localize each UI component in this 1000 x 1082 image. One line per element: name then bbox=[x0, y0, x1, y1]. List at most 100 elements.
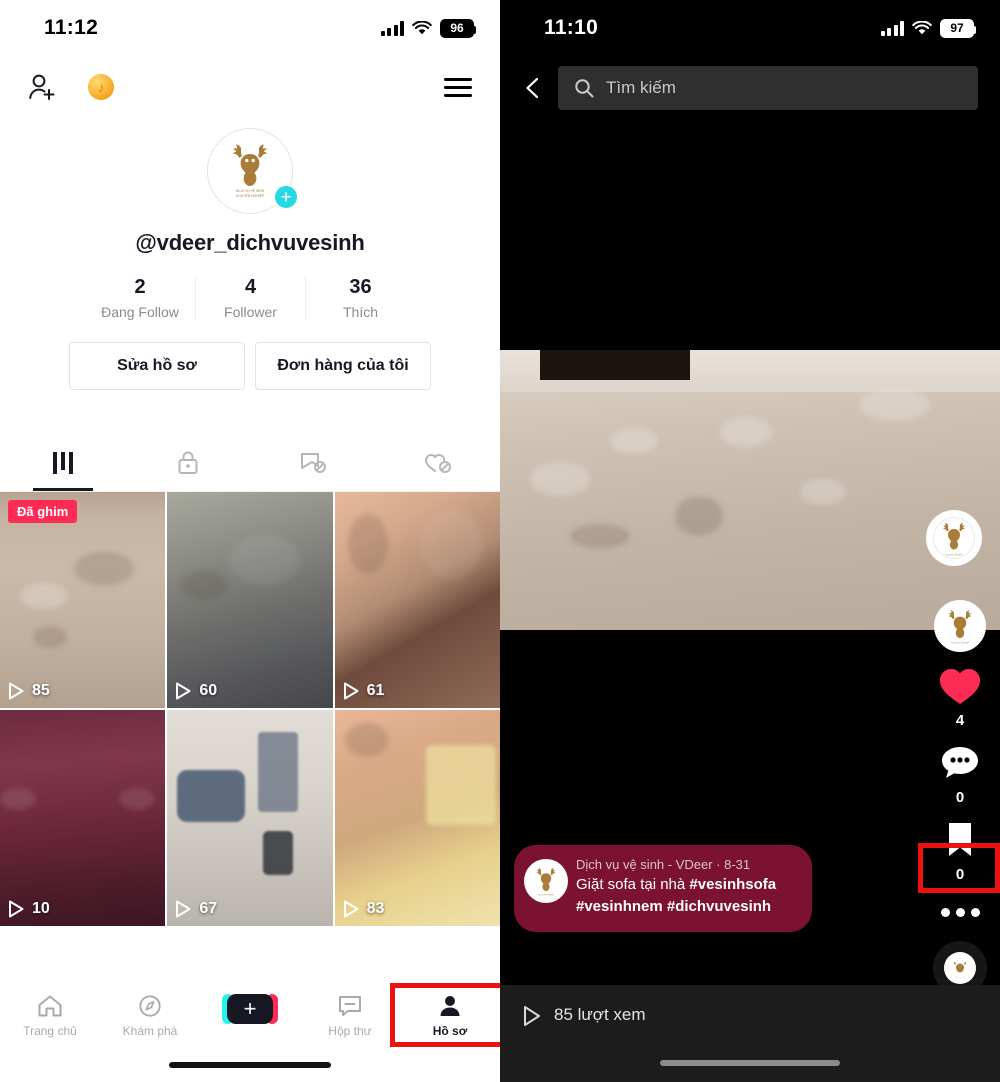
view-count-value: 61 bbox=[366, 682, 385, 699]
nav-profile-label: Hồ sơ bbox=[432, 1024, 468, 1038]
view-count-value: 67 bbox=[199, 900, 218, 917]
video-thumbnail-2[interactable]: 60 bbox=[167, 492, 333, 708]
cellular-signal-icon bbox=[380, 20, 404, 36]
view-count-bar: 85 lượt xem bbox=[500, 985, 1000, 1082]
tiktok-coin-icon[interactable]: ♪ bbox=[88, 74, 114, 100]
avatar[interactable]: DỊCH VỤ VỆ SINH CHUYÊN NGHIỆP + bbox=[207, 128, 299, 214]
caption-hashtag-1[interactable]: #vesinhsofa bbox=[689, 876, 776, 893]
tab-reposts[interactable] bbox=[250, 434, 375, 491]
nav-profile[interactable]: Hồ sơ bbox=[400, 988, 500, 1038]
bookmark-count: 0 bbox=[955, 866, 965, 883]
pinned-badge: Đã ghim bbox=[8, 500, 78, 523]
bookmark-button[interactable]: 0 bbox=[942, 820, 978, 883]
deer-logo-avatar: DỊCH VỤ VỆ SINH bbox=[526, 861, 566, 901]
nav-discover[interactable]: Khám phá bbox=[100, 988, 200, 1038]
video-thumbnail-4[interactable]: 10 bbox=[0, 710, 166, 926]
nav-inbox[interactable]: Hộp thư bbox=[300, 988, 400, 1038]
video-action-rail: DỊCH VỤ VỆ SINH 4 0 0 bbox=[932, 600, 988, 995]
view-count: 85 bbox=[8, 682, 50, 700]
stat-following-label: Đang Follow bbox=[101, 304, 179, 320]
add-avatar-badge[interactable]: + bbox=[273, 184, 299, 210]
search-input[interactable]: Tìm kiếm bbox=[558, 66, 978, 110]
play-icon bbox=[175, 900, 191, 918]
more-options-button[interactable] bbox=[932, 897, 988, 927]
home-indicator bbox=[660, 1060, 840, 1066]
like-count: 4 bbox=[955, 712, 965, 729]
three-dots-icon bbox=[932, 897, 988, 927]
left-phone-profile-screen: 11:12 96 ♪ DỊCH VỤ VỆ SINH CHUYÊN NGHIỆP… bbox=[0, 0, 500, 1082]
svg-text:DỊCH VỤ VỆ SINH: DỊCH VỤ VỆ SINH bbox=[945, 553, 963, 556]
stat-likes-value: 36 bbox=[349, 276, 372, 298]
search-placeholder: Tìm kiếm bbox=[606, 78, 676, 97]
caption-text: Giặt sofa tại nhà #vesinhsofa #vesinhnem… bbox=[576, 874, 796, 918]
lock-icon bbox=[178, 451, 197, 474]
caption-meta: Dịch vụ vệ sinh - VDeer · 8-31 bbox=[576, 857, 751, 872]
stat-following-value: 2 bbox=[134, 276, 146, 298]
battery-indicator: 96 bbox=[440, 18, 476, 38]
tab-videos[interactable] bbox=[0, 434, 125, 491]
wifi-icon bbox=[912, 20, 932, 34]
page-title: @vdeer_dichvuvesinh bbox=[135, 230, 365, 255]
comment-button[interactable]: 0 bbox=[938, 743, 982, 806]
comment-icon bbox=[942, 747, 978, 778]
svg-text:DỊCH VỤ VỆ SINH: DỊCH VỤ VỆ SINH bbox=[236, 188, 265, 193]
nav-create[interactable]: + bbox=[200, 988, 300, 1030]
status-bar-left: 11:12 96 bbox=[0, 0, 500, 56]
view-count-value: 85 bbox=[32, 682, 50, 699]
svg-text:CHUYÊN NGHIỆP: CHUYÊN NGHIỆP bbox=[236, 193, 265, 198]
play-icon bbox=[8, 682, 24, 700]
video-thumbnail-1[interactable]: Đã ghim 85 bbox=[0, 492, 166, 708]
video-thumbnail-5[interactable]: 67 bbox=[167, 710, 333, 926]
profile-stats: 2 Đang Follow 4 Follower 36 Thích bbox=[0, 276, 500, 320]
bookmark-icon bbox=[949, 823, 971, 856]
caption-hashtags-2[interactable]: #vesinhnem #dichvuvesinh bbox=[576, 898, 771, 915]
view-count-text: 85 lượt xem bbox=[554, 1005, 646, 1024]
video-watermark: DỊCH VỤ VỆ SINH bbox=[926, 510, 982, 566]
battery-level: 96 bbox=[450, 21, 464, 35]
play-icon bbox=[524, 1006, 540, 1026]
nav-discover-label: Khám phá bbox=[122, 1024, 178, 1038]
search-header: Tìm kiếm bbox=[500, 56, 1000, 120]
inbox-icon bbox=[339, 996, 361, 1016]
view-count: 67 bbox=[175, 900, 217, 918]
hamburger-menu-icon[interactable] bbox=[444, 77, 472, 97]
video-thumbnail-3[interactable]: 61 bbox=[334, 492, 500, 708]
my-orders-button[interactable]: Đơn hàng của tôi bbox=[255, 342, 431, 390]
view-count: 61 bbox=[343, 682, 385, 700]
back-chevron-icon[interactable] bbox=[522, 77, 544, 99]
deer-logo-watermark: DỊCH VỤ VỆ SINH bbox=[931, 515, 977, 561]
view-count: 83 bbox=[343, 900, 385, 918]
video-thumbnail-6[interactable]: 83 bbox=[334, 710, 500, 926]
comment-count: 0 bbox=[955, 789, 965, 806]
nav-inbox-label: Hộp thư bbox=[328, 1024, 372, 1038]
video-caption[interactable]: DỊCH VỤ VỆ SINH Dịch vụ vệ sinh - VDeer … bbox=[514, 845, 812, 932]
status-time: 11:10 bbox=[544, 16, 599, 39]
create-plus-icon[interactable]: + bbox=[222, 994, 278, 1024]
video-player[interactable]: DỊCH VỤ VỆ SINH bbox=[500, 350, 1000, 630]
profile-actions: Sửa hồ sơ Đơn hàng của tôi bbox=[0, 342, 500, 390]
tab-liked[interactable] bbox=[375, 434, 500, 491]
profile-top-bar: ♪ bbox=[0, 56, 500, 108]
stat-following[interactable]: 2 Đang Follow bbox=[85, 276, 195, 320]
status-indicators: 96 bbox=[380, 18, 476, 38]
nav-home[interactable]: Trang chủ bbox=[0, 988, 100, 1038]
view-count: 10 bbox=[8, 900, 50, 918]
like-button[interactable]: 4 bbox=[938, 666, 982, 729]
tab-private[interactable] bbox=[125, 434, 250, 491]
stat-likes[interactable]: 36 Thích bbox=[305, 276, 415, 320]
author-avatar-button[interactable]: DỊCH VỤ VỆ SINH bbox=[934, 600, 986, 652]
view-count: 60 bbox=[175, 682, 217, 700]
heart-icon bbox=[940, 669, 980, 704]
view-count-value: 83 bbox=[366, 900, 385, 917]
person-icon bbox=[440, 996, 460, 1016]
dual-screenshot-container: 11:12 96 ♪ DỊCH VỤ VỆ SINH CHUYÊN NGHIỆP… bbox=[0, 0, 1000, 1082]
play-icon bbox=[343, 682, 359, 700]
play-icon bbox=[175, 682, 191, 700]
play-icon bbox=[343, 900, 359, 918]
battery-level: 97 bbox=[950, 21, 964, 35]
search-icon bbox=[575, 79, 594, 98]
stat-followers[interactable]: 4 Follower bbox=[195, 276, 305, 320]
add-person-icon[interactable] bbox=[28, 73, 58, 101]
edit-profile-button[interactable]: Sửa hồ sơ bbox=[69, 342, 245, 390]
avatar[interactable]: DỊCH VỤ VỆ SINH bbox=[524, 859, 568, 903]
